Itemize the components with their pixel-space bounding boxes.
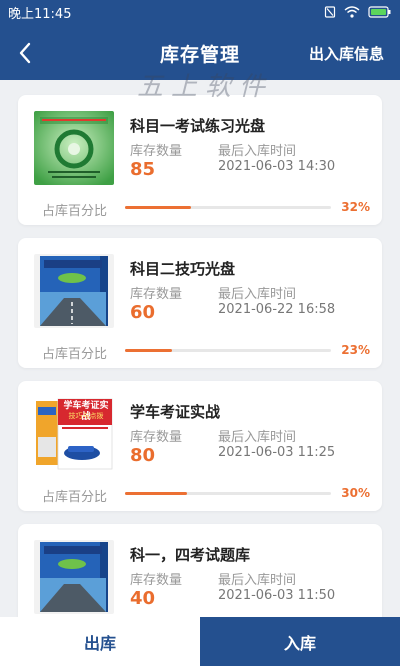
stock-percent-label: 占库百分比 <box>42 347 108 362</box>
sim-icon <box>324 6 336 18</box>
stock-qty-value: 40 <box>130 588 156 609</box>
stock-percent-fill <box>125 349 173 352</box>
app-header: 库存管理 出入库信息 <box>0 24 400 80</box>
stock-percent-bar <box>125 206 331 209</box>
inventory-card[interactable]: 科一，四考试题库 库存数量 最后入库时间 40 2021-06-03 11:50 <box>18 524 382 617</box>
blue-box-cover-image <box>34 254 114 328</box>
stock-percent-fill <box>125 492 187 495</box>
stock-percent-value: 23% <box>341 343 370 357</box>
stock-qty-value: 85 <box>130 159 156 180</box>
stock-percent-value: 32% <box>341 200 370 214</box>
product-name: 科目二技巧光盘 <box>130 260 236 278</box>
product-name: 科目一考试练习光盘 <box>130 117 266 135</box>
last-stock-in-label: 最后入库时间 <box>218 144 297 159</box>
product-name: 学车考证实战 <box>130 403 221 421</box>
stock-qty-label: 库存数量 <box>130 430 183 445</box>
bottom-action-bar: 出库 入库 <box>0 617 400 666</box>
last-stock-in-label: 最后入库时间 <box>218 430 297 445</box>
stock-in-button[interactable]: 入库 <box>200 617 400 666</box>
status-bar: 晚上11:45 <box>0 0 400 24</box>
blue-box-cover-image <box>34 540 114 614</box>
battery-icon <box>368 6 391 18</box>
inventory-card[interactable]: 科目二技巧光盘 库存数量 最后入库时间 60 2021-06-22 16:58 … <box>18 238 382 368</box>
stock-qty-label: 库存数量 <box>130 287 183 302</box>
last-stock-in-value: 2021-06-22 16:58 <box>218 302 336 317</box>
stock-percent-bar <box>125 349 331 352</box>
back-arrow-icon <box>19 42 31 64</box>
last-stock-in-value: 2021-06-03 11:25 <box>218 445 336 460</box>
stock-qty-label: 库存数量 <box>130 573 183 588</box>
stock-percent-fill <box>125 206 191 209</box>
wifi-icon <box>344 6 360 18</box>
product-name: 科一，四考试题库 <box>130 546 251 564</box>
stock-qty-label: 库存数量 <box>130 144 183 159</box>
back-button[interactable] <box>10 38 40 68</box>
last-stock-in-label: 最后入库时间 <box>218 287 297 302</box>
stock-qty-value: 60 <box>130 302 156 323</box>
green-disc-cover-image <box>34 111 114 185</box>
status-time: 晚上11:45 <box>8 6 72 22</box>
inventory-list: 科目一考试练习光盘 库存数量 最后入库时间 85 2021-06-03 14:3… <box>0 80 400 617</box>
stock-percent-bar <box>125 492 331 495</box>
last-stock-in-value: 2021-06-03 14:30 <box>218 159 336 174</box>
last-stock-in-label: 最后入库时间 <box>218 573 297 588</box>
stock-percent-value: 30% <box>341 486 370 500</box>
stock-qty-value: 80 <box>130 445 156 466</box>
status-icons <box>324 6 392 18</box>
inventory-card[interactable]: 学车考证实战 技巧与点拨 学车考证实战 库存数量 最后入库时间 80 2021-… <box>18 381 382 511</box>
stock-percent-label: 占库百分比 <box>42 204 108 219</box>
last-stock-in-value: 2021-06-03 11:50 <box>218 588 336 603</box>
red-book-cover-image: 学车考证实战 技巧与点拨 <box>34 397 114 471</box>
inventory-card[interactable]: 科目一考试练习光盘 库存数量 最后入库时间 85 2021-06-03 14:3… <box>18 95 382 225</box>
stock-out-button[interactable]: 出库 <box>0 617 200 666</box>
inout-records-link[interactable]: 出入库信息 <box>309 43 384 64</box>
stock-percent-label: 占库百分比 <box>42 490 108 505</box>
book-cover-subtitle: 技巧与点拨 <box>68 412 104 420</box>
